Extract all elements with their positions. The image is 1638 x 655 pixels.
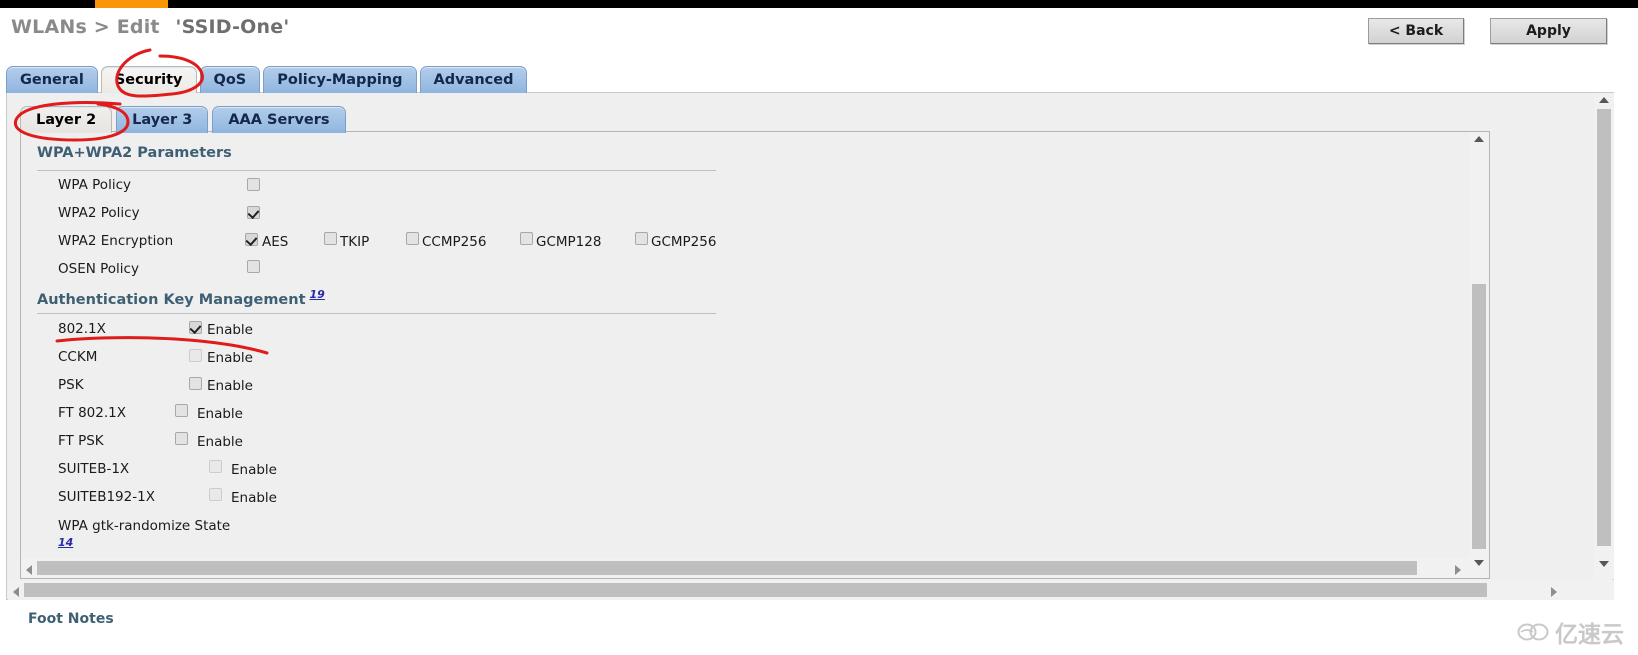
checkbox-encryption-aes[interactable] [245,233,258,246]
checkbox-ft-psk[interactable] [175,432,188,445]
akm-section-heading: Authentication Key Management 19 [37,288,325,308]
checkbox-wpa-policy[interactable] [247,178,260,191]
inner-horizontal-scroll-thumb[interactable] [37,561,1417,575]
gtk-footnote-link[interactable]: 14 [58,536,73,549]
wpa-section-heading: WPA+WPA2 Parameters [37,145,232,161]
checkbox-suiteb-1x[interactable] [209,460,222,473]
scroll-left-arrow-icon[interactable] [26,565,32,575]
wpa-section-divider [37,170,716,171]
label-dot1x: 802.1X [58,321,106,337]
inner-vertical-scrollbar[interactable] [1469,132,1489,578]
label-ft-psk: FT PSK [58,433,104,449]
enable-label-suiteb-1x: Enable [231,462,277,478]
checkbox-encryption-gcmp128[interactable] [520,232,533,245]
sub-tab-bar: Layer 2 Layer 3 AAA Servers [20,106,350,133]
enable-label-suiteb192-1x: Enable [231,490,277,506]
label-encryption-tkip: TKIP [340,234,370,250]
akm-section-divider [37,313,716,314]
outer-scroll-right-arrow-icon[interactable] [1551,587,1557,597]
enable-label-ft-psk: Enable [197,434,243,450]
watermark: 亿速云 [1517,615,1624,649]
back-button[interactable]: < Back [1368,18,1464,44]
checkbox-encryption-ccmp256[interactable] [406,232,419,245]
enable-label-dot1x: Enable [207,322,253,338]
label-wpa2-policy: WPA2 Policy [58,205,140,221]
inner-vertical-scroll-thumb[interactable] [1472,284,1486,549]
label-wpa-policy: WPA Policy [58,177,131,193]
checkbox-cckm[interactable] [189,349,202,362]
top-accent-strip [0,0,1638,8]
checkbox-psk[interactable] [189,377,202,390]
label-wpa2-encryption: WPA2 Encryption [58,233,174,249]
scroll-down-arrow-icon[interactable] [1474,560,1484,566]
checkbox-encryption-gcmp256[interactable] [635,232,648,245]
checkbox-dot1x[interactable] [189,321,202,334]
checkbox-ft-dot1x[interactable] [175,404,188,417]
tab-policy-mapping[interactable]: Policy-Mapping [263,66,417,93]
outer-vertical-scrollbar[interactable] [1594,93,1614,579]
outer-scroll-down-arrow-icon[interactable] [1599,561,1609,567]
label-psk: PSK [58,377,84,393]
foot-notes-heading: Foot Notes [28,611,114,627]
outer-horizontal-scroll-thumb[interactable] [24,583,1487,597]
main-tab-bar: General Security QoS Policy-Mapping Adva… [6,66,530,93]
subtab-layer-2[interactable]: Layer 2 [20,106,113,133]
tab-advanced[interactable]: Advanced [419,66,528,93]
orange-accent-segment [95,0,168,8]
tab-qos[interactable]: QoS [199,66,261,93]
label-encryption-gcmp256: GCMP256 [651,234,717,250]
checkbox-wpa2-policy[interactable] [247,206,260,219]
scroll-up-arrow-icon[interactable] [1474,136,1484,142]
akm-heading-text: Authentication Key Management [37,291,306,308]
outer-horizontal-scrollbar[interactable] [8,580,1614,600]
page-title: WLANs > Edit 'SSID-One' [11,16,289,38]
inner-horizontal-scrollbar[interactable] [21,558,1469,578]
cloud-logo-icon [1517,623,1549,641]
label-osen-policy: OSEN Policy [58,261,139,277]
label-gtk-randomize: WPA gtk-randomize State [58,518,231,534]
outer-vertical-scroll-thumb[interactable] [1597,109,1611,546]
akm-footnote-link[interactable]: 19 [310,288,325,301]
enable-label-ft-dot1x: Enable [197,406,243,422]
page-title-prefix: WLANs > Edit [11,16,160,38]
outer-scroll-left-arrow-icon[interactable] [13,587,19,597]
label-encryption-ccmp256: CCMP256 [422,234,487,250]
apply-button[interactable]: Apply [1490,18,1607,44]
watermark-text: 亿速云 [1555,622,1624,648]
inner-scroll-panel: WPA+WPA2 Parameters WPA Policy WPA2 Poli… [20,131,1490,579]
tab-security[interactable]: Security [100,66,197,93]
subtab-aaa-servers[interactable]: AAA Servers [212,106,346,133]
outer-scroll-up-arrow-icon[interactable] [1599,97,1609,103]
security-form: WPA+WPA2 Parameters WPA Policy WPA2 Poli… [21,132,1469,557]
label-suiteb192-1x: SUITEB192-1X [58,489,155,505]
label-suiteb-1x: SUITEB-1X [58,461,130,477]
label-encryption-gcmp128: GCMP128 [536,234,602,250]
enable-label-psk: Enable [207,378,253,394]
checkbox-encryption-tkip[interactable] [324,232,337,245]
page-title-ssid: 'SSID-One' [175,16,290,38]
subtab-layer-3[interactable]: Layer 3 [116,106,209,133]
label-encryption-aes: AES [262,234,289,250]
label-cckm: CCKM [58,349,98,365]
checkbox-suiteb192-1x[interactable] [209,488,222,501]
scroll-right-arrow-icon[interactable] [1455,565,1461,575]
enable-label-cckm: Enable [207,350,253,366]
label-ft-dot1x: FT 802.1X [58,405,126,421]
tab-general[interactable]: General [6,66,98,93]
checkbox-osen-policy[interactable] [247,260,260,273]
